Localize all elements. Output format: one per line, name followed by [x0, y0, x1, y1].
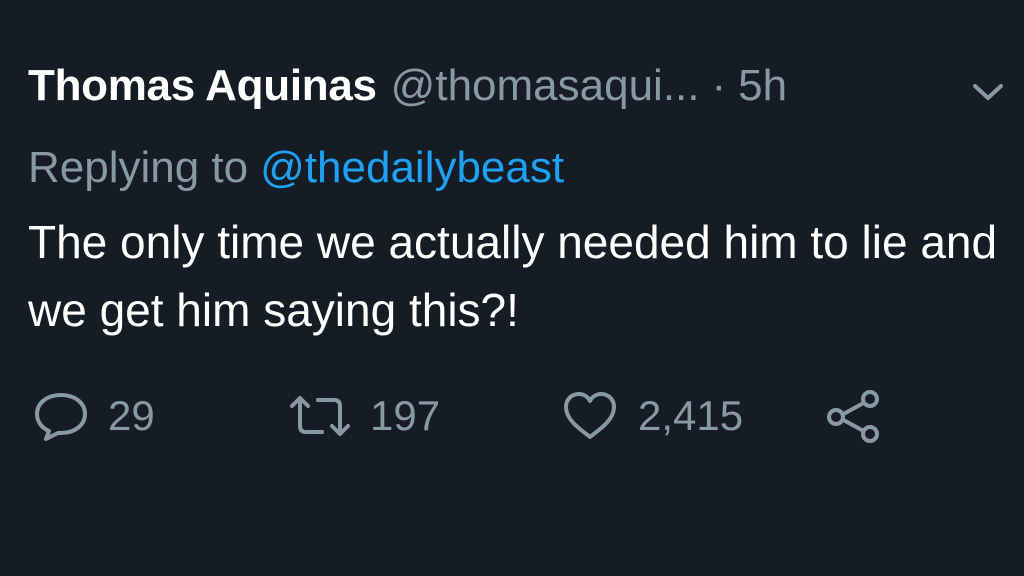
share-icon — [827, 390, 879, 443]
header-separator: · — [711, 61, 727, 110]
retweet-icon — [290, 396, 350, 436]
reply-bubble-icon — [35, 393, 87, 441]
replying-to-label: Replying to — [28, 143, 249, 192]
tweet-actions: 29 197 2,415 — [0, 380, 1024, 452]
tweet-timestamp[interactable]: 5h — [738, 56, 787, 116]
author-handle[interactable]: @thomasaqui... — [391, 56, 700, 116]
share-button[interactable] — [824, 380, 884, 452]
retweet-button[interactable]: 197 — [288, 380, 440, 452]
like-button[interactable]: 2,415 — [560, 380, 743, 452]
author-display-name[interactable]: Thomas Aquinas — [28, 56, 377, 116]
heart-icon — [564, 392, 616, 439]
like-count: 2,415 — [638, 392, 744, 439]
tweet-card: Thomas Aquinas @thomasaqui... · 5h Reply… — [0, 0, 1024, 576]
replying-to-mention[interactable]: @thedailybeast — [260, 143, 564, 192]
retweet-count: 197 — [370, 392, 441, 439]
tweet-menu-button[interactable] — [966, 78, 1010, 106]
tweet-text: The only time we actually needed him to … — [28, 216, 998, 336]
tweet-header: Thomas Aquinas @thomasaqui... · 5h — [28, 56, 787, 116]
reply-count: 29 — [108, 392, 155, 439]
replying-to-line: Replying to @thedailybeast — [28, 138, 564, 198]
chevron-down-icon — [973, 84, 1003, 100]
reply-button[interactable]: 29 — [32, 380, 155, 452]
